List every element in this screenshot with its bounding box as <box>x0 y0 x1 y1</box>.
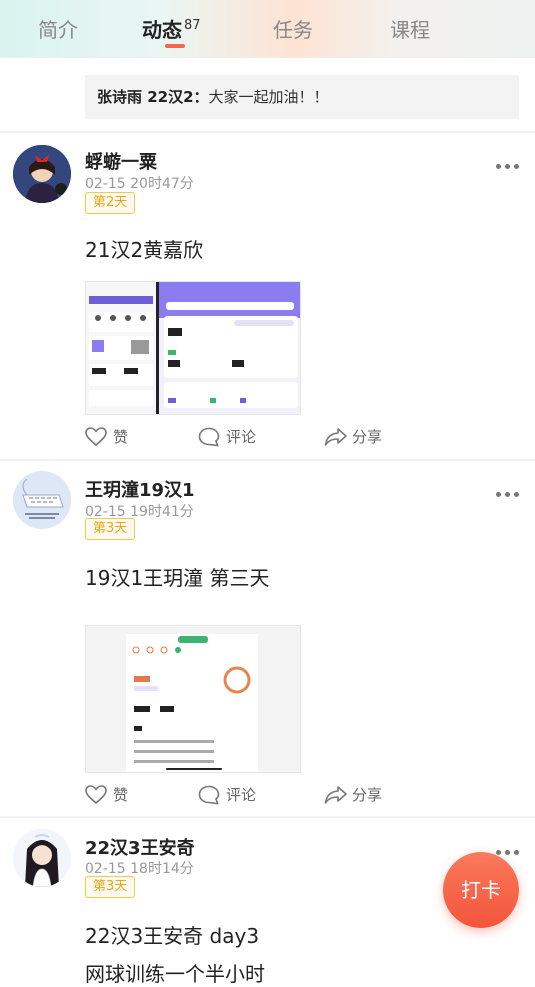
user-name[interactable]: 22汉3王安奇 <box>85 834 195 860</box>
comment-label: 评论 <box>226 428 257 446</box>
post-image[interactable] <box>85 281 301 415</box>
user-name[interactable]: 蜉蝣一粟 <box>85 148 157 174</box>
day-badge: 第3天 <box>85 876 136 898</box>
more-icon[interactable] <box>494 162 522 172</box>
tab-feed-label: 动态 <box>142 18 182 42</box>
user-name[interactable]: 王玥潼19汉1 <box>85 476 195 502</box>
comment-preview[interactable]: 张诗雨 22汉2：大家一起加油！！ <box>85 75 519 119</box>
day-badge: 第3天 <box>85 518 136 540</box>
post-text-line2: 网球训练一个半小时 <box>85 962 265 986</box>
post-time: 02-15 20时47分 <box>85 176 194 192</box>
heart-icon <box>85 785 107 813</box>
post-text: 19汉1王玥潼 第三天 <box>85 566 270 590</box>
share-icon <box>324 785 348 813</box>
active-tab-indicator <box>165 44 185 48</box>
avatar[interactable] <box>13 829 71 887</box>
share-label: 分享 <box>352 786 383 804</box>
post-image[interactable] <box>85 625 301 773</box>
like-label: 赞 <box>113 428 129 446</box>
post-actions: 赞 评论 分享 <box>85 782 515 808</box>
share-label: 分享 <box>352 428 383 446</box>
divider <box>0 816 535 818</box>
post-text: 21汉2黄嘉欣 <box>85 238 204 262</box>
tab-intro[interactable]: 简介 <box>38 14 78 43</box>
day-badge: 第2天 <box>85 192 136 214</box>
more-icon[interactable] <box>494 490 522 500</box>
divider <box>0 459 535 461</box>
tab-tasks[interactable]: 任务 <box>273 14 313 43</box>
heart-icon <box>85 427 107 455</box>
tab-bar: 简介 动态 87 任务 课程 <box>0 0 535 58</box>
post-actions: 赞 评论 分享 <box>85 424 515 450</box>
comment-text: 大家一起加油！！ <box>208 88 329 106</box>
comment-author: 张诗雨 22汉2： <box>97 88 209 106</box>
checkin-button[interactable]: 打卡 <box>443 852 519 928</box>
tab-courses[interactable]: 课程 <box>390 14 430 43</box>
like-label: 赞 <box>113 786 129 804</box>
comment-icon <box>198 427 220 455</box>
tab-feed[interactable]: 动态 87 <box>142 14 201 43</box>
avatar[interactable] <box>13 471 71 529</box>
comment-icon <box>198 785 220 813</box>
tab-feed-count: 87 <box>184 18 201 33</box>
share-icon <box>324 427 348 455</box>
divider <box>0 131 535 133</box>
post-text: 22汉3王安奇 day3 <box>85 924 260 948</box>
post-time: 02-15 18时14分 <box>85 861 194 877</box>
avatar[interactable] <box>13 145 71 203</box>
comment-label: 评论 <box>226 786 257 804</box>
